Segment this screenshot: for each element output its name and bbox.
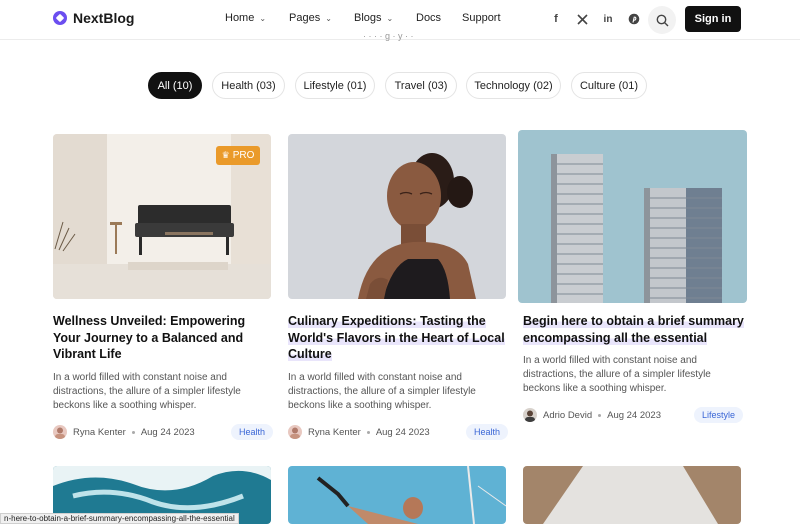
filter-technology[interactable]: Technology (02) xyxy=(466,72,561,99)
avatar[interactable] xyxy=(288,425,302,439)
brand-logo[interactable]: NextBlog xyxy=(53,10,134,26)
category-tag[interactable]: Health xyxy=(466,424,509,440)
search-button[interactable] xyxy=(648,6,676,34)
logo-icon xyxy=(53,11,67,25)
avatar[interactable] xyxy=(53,425,67,439)
social-links: f in xyxy=(549,12,641,26)
author-name[interactable]: Adrio Devid xyxy=(543,410,592,421)
separator-dot xyxy=(366,430,370,434)
separator-dot xyxy=(131,430,135,434)
category-tag[interactable]: Lifestyle xyxy=(694,407,744,423)
post-excerpt: In a world filled with constant noise an… xyxy=(523,355,711,394)
pro-badge-label: PRO xyxy=(232,150,255,161)
nav-item-docs[interactable]: Docs xyxy=(416,12,462,24)
post-excerpt: In a world filled with constant noise an… xyxy=(53,372,241,411)
filter-culture[interactable]: Culture (01) xyxy=(571,72,647,99)
chevron-down-icon: ⌄ xyxy=(259,13,267,23)
linkedin-icon[interactable]: in xyxy=(601,12,615,26)
author-name[interactable]: Ryna Kenter xyxy=(308,427,361,438)
post-image-skyscrapers[interactable] xyxy=(518,130,747,303)
chevron-down-icon: ⌄ xyxy=(325,13,332,23)
post-date: Aug 24 2023 xyxy=(607,409,661,421)
search-icon xyxy=(656,14,668,26)
filter-travel[interactable]: Travel (03) xyxy=(385,72,457,99)
post-title[interactable]: Culinary Expeditions: Tasting the World'… xyxy=(288,313,508,363)
post-title-text: Culinary Expeditions: Tasting the World'… xyxy=(288,314,505,361)
post-title-text: Wellness Unveiled: Empowering Your Journ… xyxy=(53,314,246,361)
post-image-woman-portrait[interactable] xyxy=(288,134,506,299)
nav-item-home[interactable]: Home ⌄ xyxy=(225,12,289,24)
nav-label: Pages xyxy=(289,12,321,24)
post-title[interactable]: Wellness Unveiled: Empowering Your Journ… xyxy=(53,313,273,363)
pro-badge: ♛ PRO xyxy=(216,146,260,165)
post-title[interactable]: Begin here to obtain a brief summary enc… xyxy=(523,313,748,346)
nav-label: Support xyxy=(462,12,501,24)
post-date: Aug 24 2023 xyxy=(140,426,195,438)
main-nav: Home ⌄ Pages ⌄ Blogs ⌄ Docs Support xyxy=(225,12,501,24)
post-title-text: Begin here to obtain a brief summary enc… xyxy=(523,314,744,345)
post-meta: Ryna Kenter Aug 24 2023 xyxy=(288,425,430,439)
crown-icon: ♛ xyxy=(221,150,230,160)
nav-item-blogs[interactable]: Blogs ⌄ xyxy=(354,12,416,24)
post-image-sailing[interactable] xyxy=(288,466,506,524)
post-meta: Ryna Kenter Aug 24 2023 xyxy=(53,425,195,439)
post-meta: Adrio Devid Aug 24 2023 xyxy=(523,408,661,422)
nav-item-support[interactable]: Support xyxy=(462,12,501,24)
category-tag[interactable]: Health xyxy=(231,424,274,440)
filter-health[interactable]: Health (03) xyxy=(212,72,285,99)
nav-label: Home xyxy=(225,12,255,24)
separator-dot xyxy=(598,413,602,417)
filter-all[interactable]: All (10) xyxy=(148,72,202,99)
chevron-down-icon: ⌄ xyxy=(386,13,394,23)
nav-label: Blogs xyxy=(354,12,382,24)
post-excerpt: In a world filled with constant noise an… xyxy=(288,372,476,411)
avatar[interactable] xyxy=(523,408,537,422)
status-bar-url: n-here-to-obtain-a-brief-summary-encompa… xyxy=(0,513,239,524)
post-date: Aug 24 2023 xyxy=(375,426,430,438)
post-image-architecture[interactable] xyxy=(523,466,741,524)
pinterest-icon[interactable] xyxy=(627,12,641,26)
brand-name: NextBlog xyxy=(73,10,135,26)
signin-button[interactable]: Sign in xyxy=(685,6,741,32)
nav-label: Docs xyxy=(416,12,442,24)
facebook-icon[interactable]: f xyxy=(549,12,563,26)
author-name[interactable]: Ryna Kenter xyxy=(73,427,126,438)
nav-item-pages[interactable]: Pages ⌄ xyxy=(289,12,354,24)
partial-text: · · · · g · y · · xyxy=(363,31,414,41)
filter-lifestyle[interactable]: Lifestyle (01) xyxy=(295,72,375,99)
x-icon[interactable] xyxy=(575,12,589,26)
